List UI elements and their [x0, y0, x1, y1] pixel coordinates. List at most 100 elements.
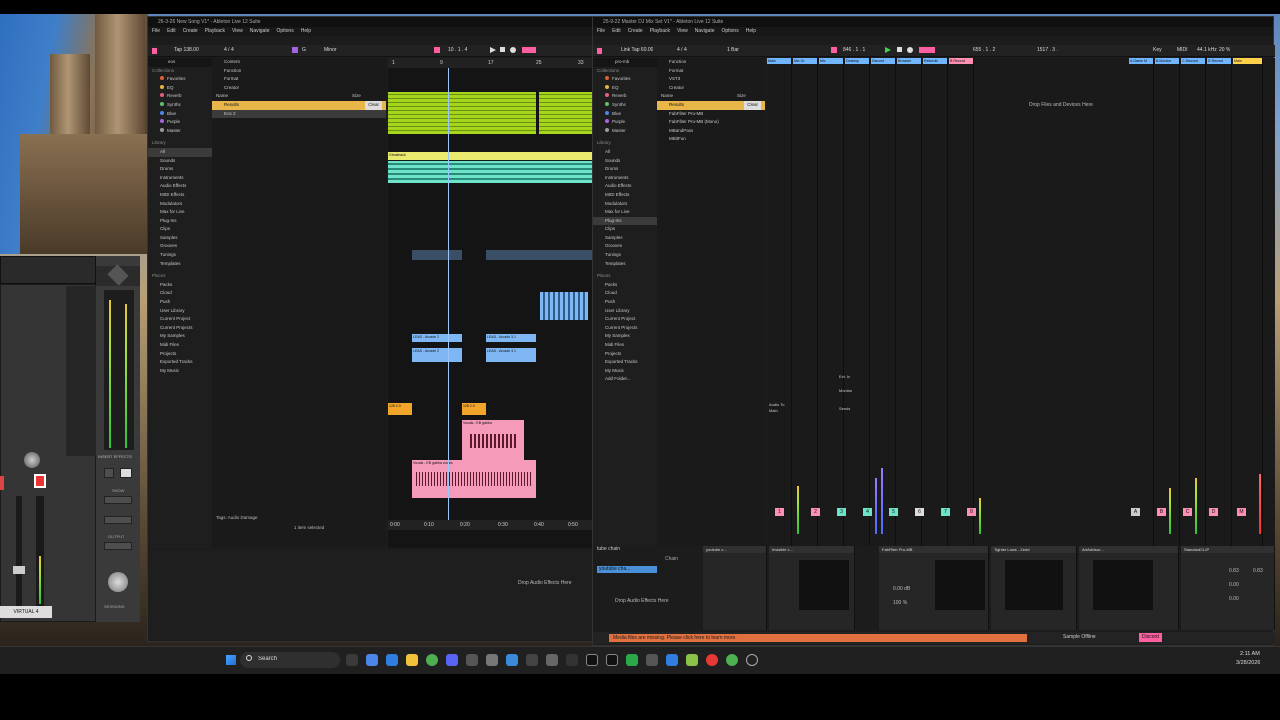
filter-creator[interactable]: Creator — [212, 84, 386, 93]
place-exported-tracks-right[interactable]: Exported Tracks — [593, 358, 657, 367]
discord-track-tag[interactable]: Discord — [1139, 633, 1162, 642]
audio-to-main[interactable]: Main — [769, 408, 778, 413]
playhead[interactable] — [448, 68, 449, 528]
return-activator-c[interactable]: C — [1183, 508, 1192, 516]
result-mbandpass[interactable]: MBandPass — [657, 127, 765, 136]
monitor-label[interactable]: Monitor — [839, 388, 852, 393]
place-my-samples[interactable]: My Samples — [148, 332, 212, 341]
track-activator-1[interactable]: 1 — [775, 508, 784, 516]
param-output-gain[interactable]: 0.83 — [1253, 568, 1263, 574]
monitor-knob[interactable] — [108, 572, 128, 592]
track-activator-5[interactable]: 5 — [889, 508, 898, 516]
collection-favorites-right[interactable]: Favorites — [593, 75, 657, 84]
collection-purple-right[interactable]: Purple — [593, 118, 657, 127]
app-icon-3[interactable] — [486, 654, 498, 666]
place-my-music[interactable]: My Music — [148, 367, 212, 376]
browser-search-right[interactable]: pro-mb — [593, 58, 657, 67]
collection-eq[interactable]: EQ — [148, 84, 212, 93]
library-samples-right[interactable]: Samples — [593, 234, 657, 243]
output-button[interactable] — [104, 542, 132, 550]
insert-button-2[interactable] — [120, 468, 132, 478]
show-button[interactable] — [104, 496, 132, 504]
menu-edit[interactable]: Edit — [167, 28, 176, 34]
place-push[interactable]: Push — [148, 298, 212, 307]
link-icon-right[interactable] — [597, 48, 602, 54]
time-signature[interactable]: 4 / 4 — [224, 47, 234, 53]
return-activator-d[interactable]: D — [1209, 508, 1218, 516]
place-projects-right[interactable]: Projects — [593, 350, 657, 359]
app-icon-5[interactable] — [526, 654, 538, 666]
place-my-samples-right[interactable]: My Samples — [593, 332, 657, 341]
menu-help[interactable]: Help — [301, 28, 311, 34]
menu-playback-right[interactable]: Playback — [650, 28, 670, 34]
filter-format-right[interactable]: Format — [657, 67, 765, 76]
arrangement-record-icon[interactable] — [434, 47, 440, 53]
param-mix[interactable]: 100 % — [893, 600, 907, 606]
start-icon[interactable] — [226, 655, 236, 665]
automation-arm-icon[interactable] — [522, 47, 536, 53]
ghosthack-clips-yellow[interactable]: Ghosthack — [388, 152, 594, 160]
place-exported-tracks[interactable]: Exported Tracks — [148, 358, 212, 367]
place-my-music-right[interactable]: My Music — [593, 367, 657, 376]
clear-button-right[interactable]: Clear — [744, 100, 761, 110]
return-header-a[interactable]: A Game M — [1129, 58, 1153, 64]
insert-button-1[interactable] — [104, 468, 114, 478]
menu-file-right[interactable]: File — [597, 28, 605, 34]
return-activator-b[interactable]: B — [1157, 508, 1166, 516]
menu-view[interactable]: View — [232, 28, 243, 34]
place-packs-right[interactable]: Packs — [593, 281, 657, 290]
library-plugins[interactable]: Plug-Ins — [148, 217, 212, 226]
return-header-c[interactable]: C Discord — [1181, 58, 1205, 64]
lead-clip-pattern[interactable] — [540, 292, 588, 320]
app-icon-9[interactable] — [646, 654, 658, 666]
device-invisible-limiter[interactable]: Invisible L... — [769, 546, 854, 553]
result-mbitfun[interactable]: MBitFun — [657, 135, 765, 144]
uad-button-3[interactable] — [104, 516, 132, 524]
result-item[interactable]: Eos 2 — [212, 109, 386, 119]
chain-item[interactable]: youtube cha... — [597, 566, 657, 573]
track-header-record[interactable]: B Record — [949, 58, 973, 64]
orange-clip-1[interactable]: 128 2.0 — [388, 403, 401, 410]
quantize-field[interactable]: 1 Bar — [727, 47, 739, 53]
clock-date[interactable]: 3/28/2026 — [1236, 660, 1260, 666]
automation-arm-icon-right[interactable] — [919, 47, 935, 53]
collection-reverb[interactable]: Reverb — [148, 92, 212, 101]
menu-options-right[interactable]: Options — [721, 28, 738, 34]
app-icon-11[interactable] — [686, 654, 698, 666]
missing-media-warning[interactable]: Media files are missing. Please click he… — [609, 634, 1027, 642]
place-cloud[interactable]: Cloud — [148, 289, 212, 298]
scale-field[interactable]: Minor — [324, 47, 337, 53]
device-artadvisor[interactable]: ArtAdvisor... — [1079, 546, 1178, 553]
library-tunings[interactable]: Tunings — [148, 251, 212, 260]
filter-function[interactable]: Function — [212, 67, 386, 76]
track-activator-6[interactable]: 6 — [915, 508, 924, 516]
taskbar-search[interactable]: Search — [240, 652, 340, 668]
library-modulators[interactable]: Modulators — [148, 200, 212, 209]
library-max-for-live[interactable]: Max for Live — [148, 208, 212, 217]
record-icon[interactable] — [510, 47, 516, 53]
red-button[interactable] — [34, 474, 46, 488]
place-projects[interactable]: Projects — [148, 350, 212, 359]
browser-search[interactable]: eos — [148, 58, 212, 67]
clear-button[interactable]: Clear — [365, 100, 382, 110]
lead-clip-ghost[interactable] — [412, 250, 462, 260]
lead-clip-4[interactable]: LEAD - Arcade 3 1 — [486, 348, 516, 355]
app-icon-10[interactable] — [666, 654, 678, 666]
place-packs[interactable]: Packs — [148, 281, 212, 290]
app-icon-6[interactable] — [546, 654, 558, 666]
bar-ruler[interactable]: 1 9 17 25 33 — [388, 58, 594, 68]
gain-knob[interactable] — [24, 452, 40, 468]
app-icon-7[interactable] — [566, 654, 578, 666]
filter-creator-right[interactable]: Creator — [657, 84, 765, 93]
track-activator-4[interactable]: 4 — [863, 508, 872, 516]
green-midi-clips[interactable] — [388, 92, 594, 134]
result-pro-mb-mono[interactable]: FabFilter Pro-MB (Mono) — [657, 118, 765, 127]
play-icon[interactable] — [490, 47, 496, 53]
track-header-desktop[interactable]: Desktop — [845, 58, 869, 64]
master-header[interactable]: Main — [1233, 58, 1262, 64]
stop-icon-right[interactable] — [897, 47, 902, 52]
library-instruments[interactable]: Instruments — [148, 174, 212, 183]
midi-map-label[interactable]: MIDI — [1177, 47, 1188, 53]
collection-synths[interactable]: Synths — [148, 101, 212, 110]
track-activator-3[interactable]: 3 — [837, 508, 846, 516]
